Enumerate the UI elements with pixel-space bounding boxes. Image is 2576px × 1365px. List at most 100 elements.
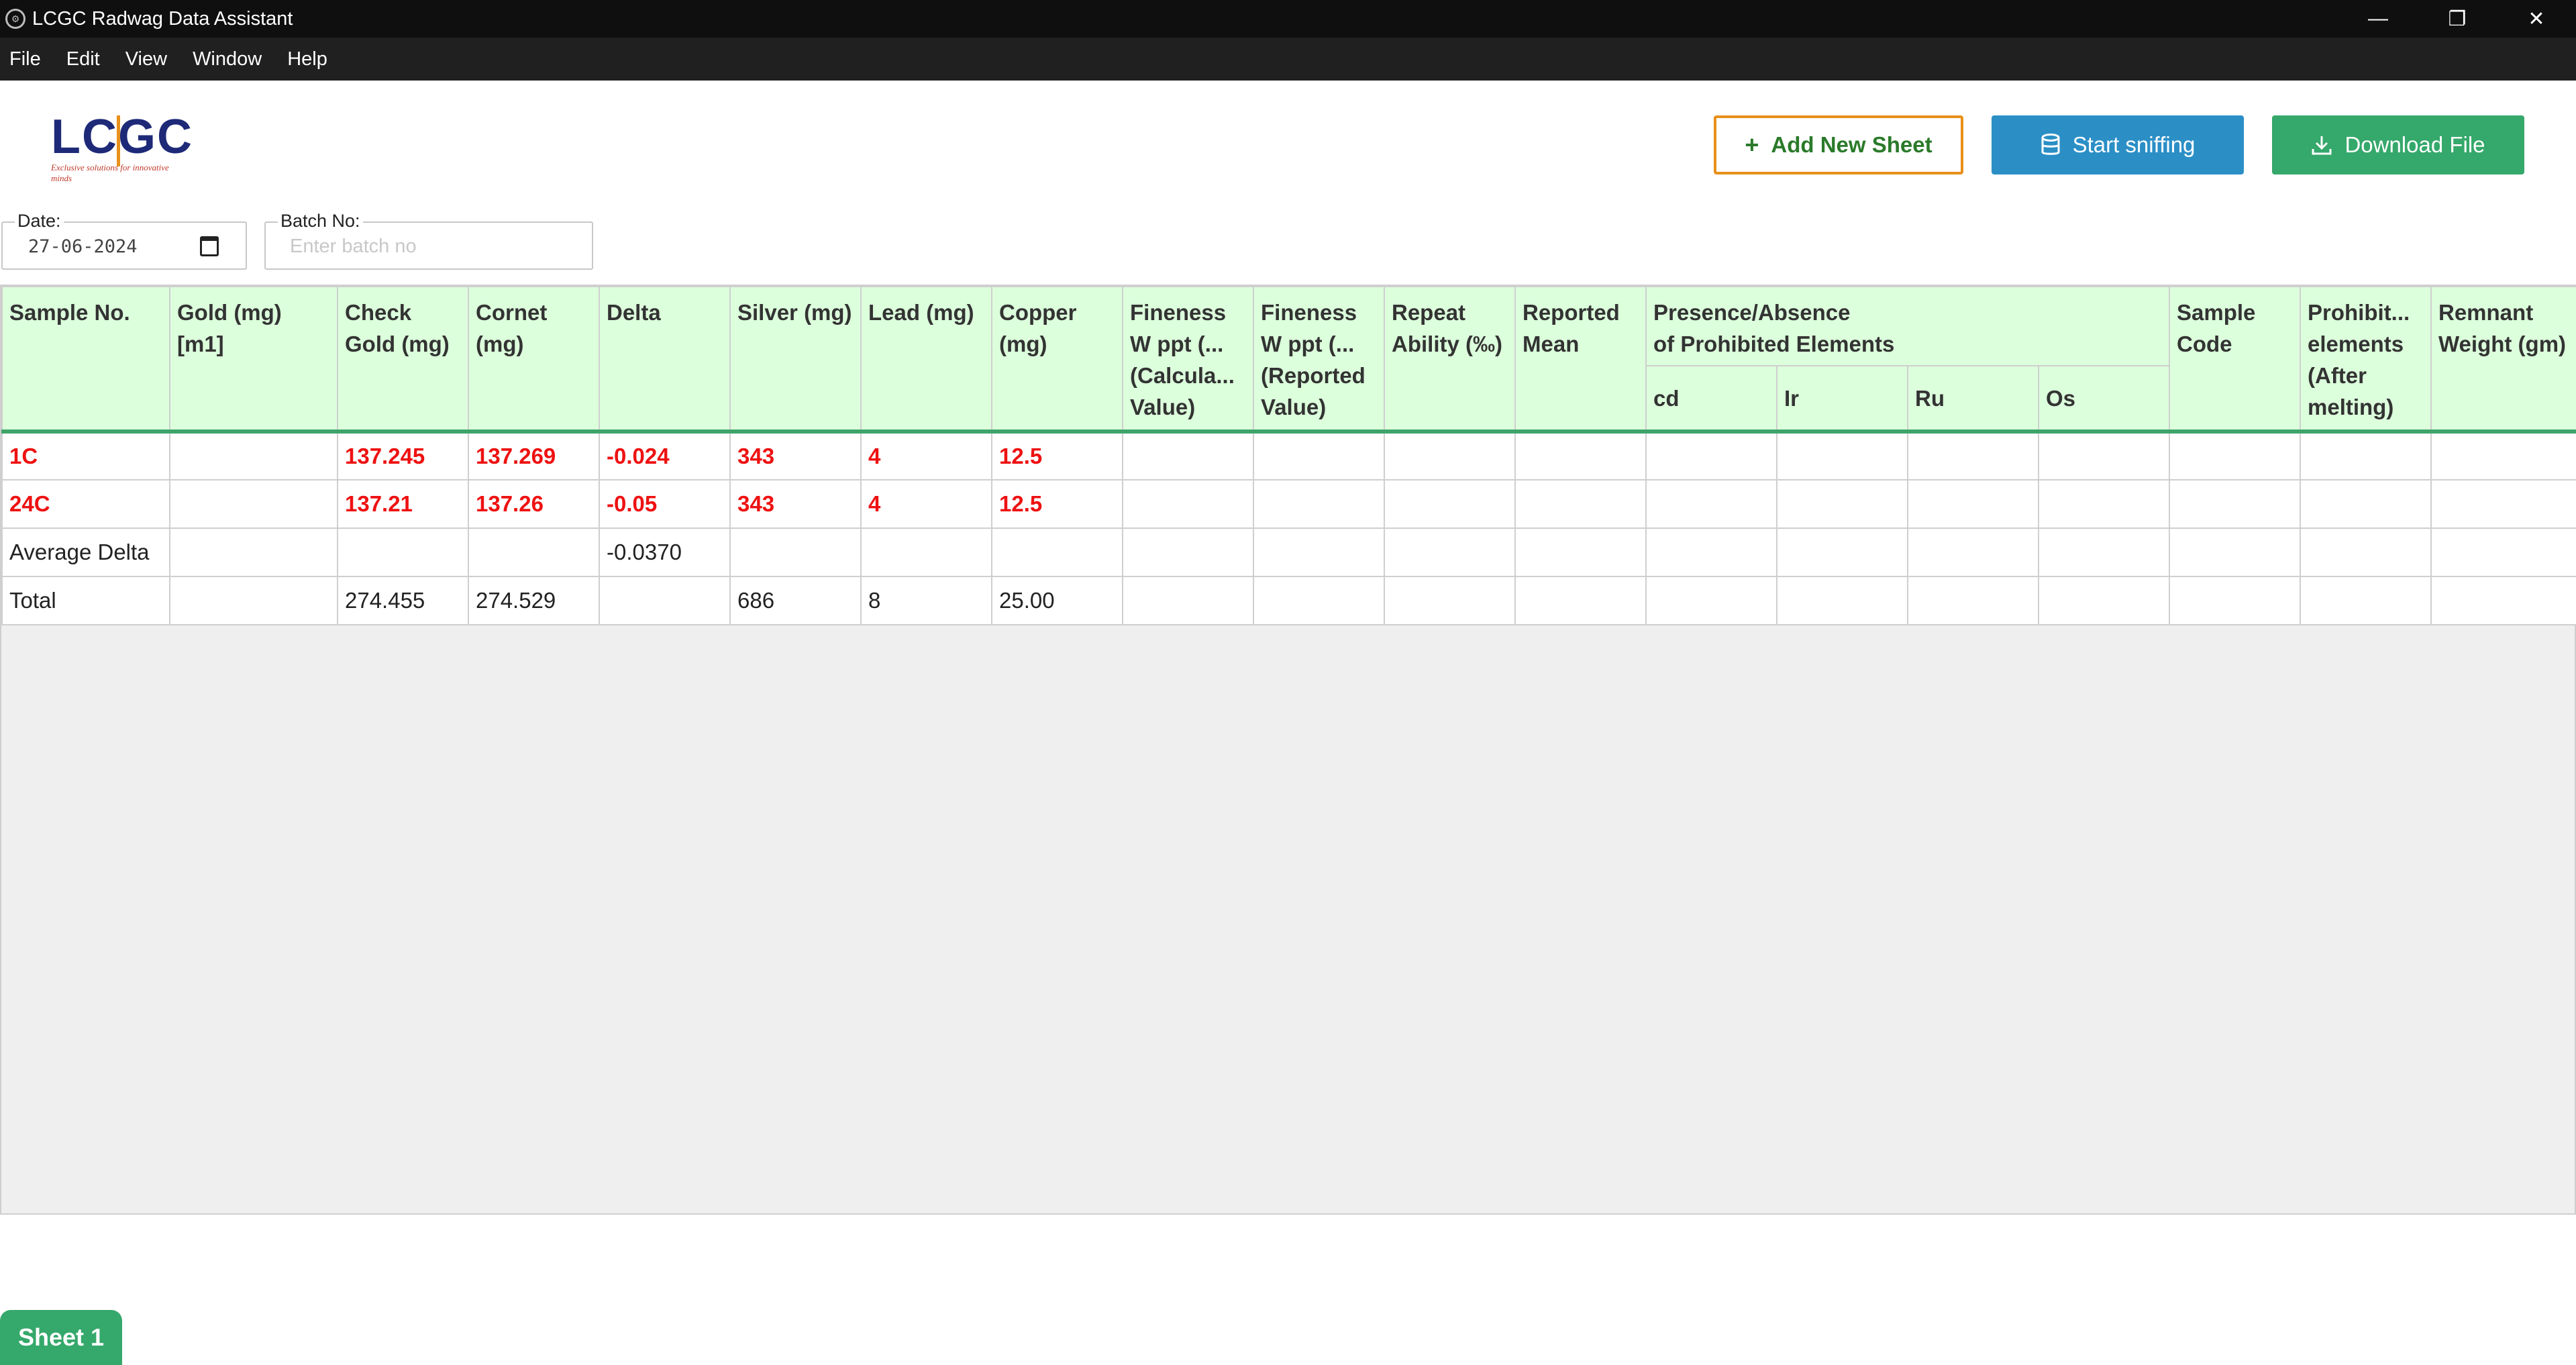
menu-view[interactable]: View xyxy=(125,48,167,70)
cell-prohibited-after-melting[interactable] xyxy=(2300,479,2432,529)
cell-copper[interactable]: 12.5 xyxy=(991,479,1123,529)
header-check-gold[interactable]: Check Gold (mg) xyxy=(337,286,469,434)
header-ru[interactable]: Ru xyxy=(1907,365,2039,434)
calendar-icon[interactable] xyxy=(200,236,219,256)
cell-reported-mean[interactable] xyxy=(1514,479,1647,529)
download-file-button[interactable]: Download File xyxy=(2272,115,2524,174)
logo-tagline: Exclusive solutions for innovative minds xyxy=(51,162,169,183)
header-presence-absence[interactable]: Presence/Absence of Prohibited Elements xyxy=(1645,286,2170,366)
cell-os[interactable] xyxy=(2038,479,2170,529)
cell-delta[interactable]: -0.024 xyxy=(599,431,731,481)
header-reported-mean[interactable]: Reported Mean xyxy=(1514,286,1647,434)
header-line: melting) xyxy=(2308,395,2394,419)
header-line: Prohibit... xyxy=(2308,300,2410,325)
menu-window[interactable]: Window xyxy=(193,48,262,70)
header-cornet[interactable]: Cornet (mg) xyxy=(468,286,600,434)
batch-field: Batch No: xyxy=(264,211,593,270)
cell-sample-code[interactable] xyxy=(2169,431,2301,481)
header-prohibited-after-melting[interactable]: Prohibit... elements (After melting) xyxy=(2300,286,2432,434)
menu-help[interactable]: Help xyxy=(287,48,327,70)
cell-remnant-weight[interactable] xyxy=(2430,431,2576,481)
app-icon: ⚙ xyxy=(5,9,25,29)
cell-os[interactable] xyxy=(2038,431,2170,481)
cell-cd xyxy=(1645,576,1778,625)
header-repeat-ability[interactable]: Repeat Ability (‰) xyxy=(1384,286,1516,434)
header-cd[interactable]: cd xyxy=(1645,365,1778,434)
cell-cornet: 274.529 xyxy=(468,576,600,625)
header-sample-code[interactable]: Sample Code xyxy=(2169,286,2301,434)
cell-repeat-ability[interactable] xyxy=(1384,479,1516,529)
cell-check-gold[interactable]: 137.245 xyxy=(337,431,469,481)
cell-repeat-ability[interactable] xyxy=(1384,431,1516,481)
cell-sample-no: Total xyxy=(1,576,170,625)
cell-gold[interactable] xyxy=(169,431,338,481)
sheet-tab-1[interactable]: Sheet 1 xyxy=(0,1310,122,1365)
cell-silver[interactable]: 343 xyxy=(729,431,862,481)
header-delta[interactable]: Delta xyxy=(599,286,731,434)
cell-cornet[interactable]: 137.269 xyxy=(468,431,600,481)
cell-check-gold[interactable]: 137.21 xyxy=(337,479,469,529)
cell-ru xyxy=(1907,576,2039,625)
cell-lead[interactable]: 4 xyxy=(860,479,992,529)
date-value[interactable]: 27-06-2024 xyxy=(28,236,138,257)
restore-icon[interactable]: ❐ xyxy=(2418,0,2497,38)
cell-sample-code[interactable] xyxy=(2169,479,2301,529)
header-gold[interactable]: Gold (mg) [m1] xyxy=(169,286,338,434)
cell-silver[interactable]: 343 xyxy=(729,479,862,529)
cell-cornet[interactable]: 137.26 xyxy=(468,479,600,529)
cell-fineness-calculated[interactable] xyxy=(1122,479,1254,529)
download-icon xyxy=(2311,134,2332,156)
add-new-sheet-button[interactable]: + Add New Sheet xyxy=(1714,115,1963,174)
header-remnant-weight[interactable]: Remnant Weight (gm) xyxy=(2430,286,2576,434)
cell-delta xyxy=(599,576,731,625)
cell-copper[interactable]: 12.5 xyxy=(991,431,1123,481)
header-copper[interactable]: Copper (mg) xyxy=(991,286,1123,434)
cell-prohibited-after-melting[interactable] xyxy=(2300,431,2432,481)
cell-ir[interactable] xyxy=(1776,431,1908,481)
data-table: Sample No. Gold (mg) [m1] Check Gold (mg… xyxy=(1,286,2576,625)
header-ir[interactable]: Ir xyxy=(1776,365,1908,434)
cell-ru[interactable] xyxy=(1907,479,2039,529)
header-silver[interactable]: Silver (mg) xyxy=(729,286,862,434)
table-row: 24C 137.21 137.26 -0.05 343 4 12.5 xyxy=(1,479,2576,529)
start-sniffing-button[interactable]: Start sniffing xyxy=(1992,115,2244,174)
cell-fineness-calculated[interactable] xyxy=(1122,431,1254,481)
cell-delta[interactable]: -0.05 xyxy=(599,479,731,529)
cell-sample-code xyxy=(2169,576,2301,625)
cell-reported-mean[interactable] xyxy=(1514,431,1647,481)
logo-accent-bar xyxy=(117,115,120,166)
batch-label: Batch No: xyxy=(278,211,363,232)
cell-reported-mean xyxy=(1514,576,1647,625)
cell-fineness-calculated xyxy=(1122,527,1254,577)
cell-cd[interactable] xyxy=(1645,431,1778,481)
header-fineness-reported[interactable]: Fineness W ppt (... (Reported Value) xyxy=(1253,286,1385,434)
date-field[interactable]: Date: 27-06-2024 xyxy=(1,211,247,270)
header-line: Presence/Absence xyxy=(1653,300,1851,325)
cell-fineness-reported[interactable] xyxy=(1253,431,1385,481)
cell-remnant-weight[interactable] xyxy=(2430,479,2576,529)
cell-fineness-reported xyxy=(1253,527,1385,577)
minimize-icon[interactable]: — xyxy=(2338,0,2418,38)
header-line: Fineness xyxy=(1261,300,1357,325)
cell-sample-no[interactable]: 1C xyxy=(1,431,170,481)
cell-cd xyxy=(1645,527,1778,577)
cell-gold[interactable] xyxy=(169,479,338,529)
header-sample-no[interactable]: Sample No. xyxy=(1,286,170,434)
header-lead[interactable]: Lead (mg) xyxy=(860,286,992,434)
cell-ir xyxy=(1776,527,1908,577)
cell-lead[interactable]: 4 xyxy=(860,431,992,481)
menu-file[interactable]: File xyxy=(9,48,41,70)
cell-check-gold: 274.455 xyxy=(337,576,469,625)
batch-input[interactable] xyxy=(290,234,578,259)
cell-sample-no[interactable]: 24C xyxy=(1,479,170,529)
close-icon[interactable]: ✕ xyxy=(2497,0,2576,38)
cell-cd[interactable] xyxy=(1645,479,1778,529)
cell-ir[interactable] xyxy=(1776,479,1908,529)
cell-fineness-reported xyxy=(1253,576,1385,625)
cell-ru[interactable] xyxy=(1907,431,2039,481)
header-os[interactable]: Os xyxy=(2038,365,2170,434)
menu-edit[interactable]: Edit xyxy=(66,48,100,70)
logo-text: LCGC xyxy=(51,110,193,164)
cell-fineness-reported[interactable] xyxy=(1253,479,1385,529)
header-fineness-calculated[interactable]: Fineness W ppt (... (Calcula... Value) xyxy=(1122,286,1254,434)
